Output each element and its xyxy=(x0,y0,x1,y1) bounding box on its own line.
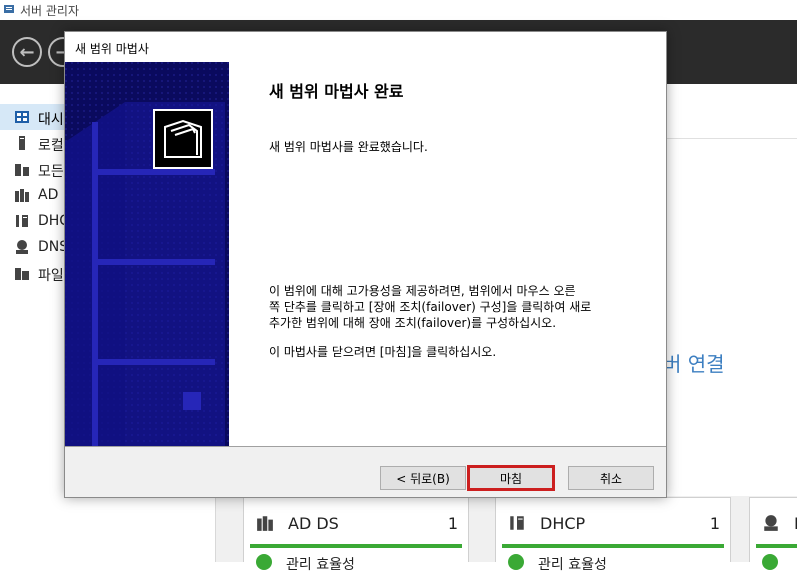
role-tile-status[interactable]: 관리 효율성 xyxy=(538,554,607,574)
status-bar xyxy=(250,544,462,548)
ad-ds-icon xyxy=(257,516,273,531)
dashboard-icon xyxy=(15,111,29,123)
failover-instructions: 이 범위에 대해 고가용성을 제공하려면, 범위에서 마우스 오른 쪽 단추를 … xyxy=(269,283,591,331)
role-tile-ad-ds[interactable]: AD DS 1 관리 효율성 xyxy=(243,497,469,573)
close-instructions: 이 마법사를 닫으려면 [마침]을 클릭하십시오. xyxy=(269,345,497,359)
new-scope-wizard-dialog: 새 범위 마법사 새 범위 마법사 완료 새 범위 마법사를 완료했습니다. 이… xyxy=(64,31,667,498)
sidebar-item-label: 파일 xyxy=(38,268,64,284)
wizard-heading: 새 범위 마법사 완료 xyxy=(269,82,404,101)
instruction-line: 추가한 범위에 대해 장애 조치(failover)를 구성하십시오. xyxy=(269,316,557,330)
server-manager-icon xyxy=(4,5,14,13)
status-bar xyxy=(756,544,797,548)
instruction-line: 이 범위에 대해 고가용성을 제공하려면, 범위에서 마우스 오른 xyxy=(269,284,576,298)
folder-wizard-icon xyxy=(153,109,213,169)
connect-cloud-link[interactable]: 버 연결 xyxy=(663,348,725,377)
dhcp-icon xyxy=(510,516,524,530)
sidebar-item-label: 대시 xyxy=(38,112,64,128)
role-tile-title: AD DS xyxy=(288,514,339,533)
arrow-left-icon: ← xyxy=(19,41,35,63)
dns-icon xyxy=(16,240,28,254)
sidebar-item-label: 모든 xyxy=(38,164,64,180)
role-tile-count: 1 xyxy=(447,514,458,533)
dialog-titlebar: 새 범위 마법사 xyxy=(65,32,666,62)
role-tile-dns[interactable]: D xyxy=(749,497,797,570)
sidebar-item-label: 로컬 xyxy=(38,138,64,154)
back-button[interactable]: < 뒤로(B) xyxy=(380,466,466,490)
wizard-content xyxy=(229,62,666,446)
all-servers-icon xyxy=(15,164,29,176)
dialog-title: 새 범위 마법사 xyxy=(75,42,149,56)
window-titlebar: 서버 관리자 xyxy=(0,0,797,20)
cancel-button[interactable]: 취소 xyxy=(568,466,654,490)
status-up-icon xyxy=(762,554,778,570)
completion-message: 새 범위 마법사를 완료했습니다. xyxy=(269,140,428,154)
instruction-line: 쪽 단추를 클릭하고 [장애 조치(failover) 구성]을 클릭하여 새로 xyxy=(269,300,592,314)
finish-button[interactable]: 마침 xyxy=(467,465,555,491)
local-server-icon xyxy=(19,136,25,150)
role-tile-title: DHCP xyxy=(540,514,586,533)
role-tile-dhcp[interactable]: DHCP 1 관리 효율성 xyxy=(495,497,731,573)
file-services-icon xyxy=(15,268,29,280)
wizard-side-banner xyxy=(65,62,229,446)
role-tile-count: 1 xyxy=(709,514,720,533)
window-title: 서버 관리자 xyxy=(20,4,80,18)
dns-icon xyxy=(764,515,778,531)
dhcp-icon xyxy=(16,215,28,227)
back-nav-button[interactable]: ← xyxy=(12,37,42,67)
status-bar xyxy=(502,544,724,548)
role-tile-status[interactable]: 관리 효율성 xyxy=(286,554,355,574)
status-up-icon xyxy=(508,554,524,570)
status-up-icon xyxy=(256,554,272,570)
ad-ds-icon xyxy=(15,189,29,202)
divider xyxy=(65,446,666,447)
sidebar-item-label: AD xyxy=(38,187,59,203)
